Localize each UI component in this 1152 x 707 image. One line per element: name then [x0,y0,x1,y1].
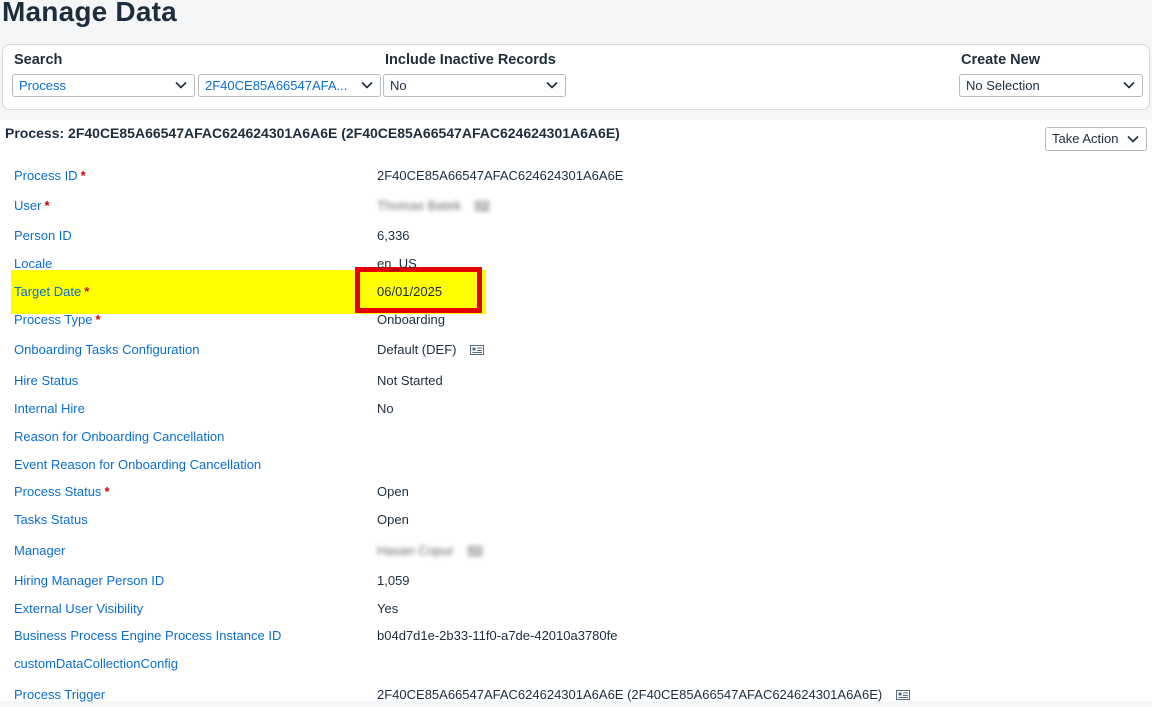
create-new-label: Create New [961,52,1040,68]
business-card-icon[interactable] [896,689,911,700]
field-label-process-id[interactable]: Process ID * [14,168,86,183]
field-row-internal-hire: Internal Hire No [0,401,1152,421]
include-inactive-value: No [390,78,407,93]
required-marker: * [44,198,50,213]
field-label-hiring-manager-person-id[interactable]: Hiring Manager Person ID [14,573,167,588]
field-label-custom-data-collection-config[interactable]: customDataCollectionConfig [14,656,181,671]
field-value-process-id: 2F40CE85A66547AFAC624624301A6A6E [377,168,624,183]
manager-name: Hasan Copur [377,543,454,558]
field-value-process-trigger: 2F40CE85A66547AFAC624624301A6A6E (2F40CE… [377,687,911,702]
required-marker: * [84,284,90,299]
field-value-external-user-visibility: Yes [377,601,399,616]
chevron-down-icon [361,81,373,89]
field-row-person-id: Person ID 6,336 [0,228,1152,248]
field-label-process-trigger[interactable]: Process Trigger [14,687,108,702]
field-value-onboarding-tasks-configuration: Default (DEF) [377,342,485,357]
field-value-hiring-manager-person-id: 1,059 [377,573,410,588]
field-value-user[interactable]: Thomas Batek [377,198,489,213]
field-value-person-id: 6,336 [377,228,410,243]
field-row-user: User * Thomas Batek [0,198,1152,218]
search-type-value: Process [19,78,66,93]
include-inactive-select[interactable]: No [383,74,566,97]
search-type-select[interactable]: Process [12,74,195,97]
field-row-tasks-status: Tasks Status Open [0,512,1152,532]
field-row-manager: Manager Hasan Copur [0,543,1152,563]
field-label-locale[interactable]: Locale [14,256,55,271]
field-label-hire-status[interactable]: Hire Status [14,373,81,388]
chevron-down-icon [175,81,187,89]
chevron-down-icon [1127,135,1139,143]
field-value-locale: en_US [377,256,417,271]
field-row-locale: Locale en_US [0,256,1152,276]
field-row-hire-status: Hire Status Not Started [0,373,1152,393]
field-row-process-id: Process ID * 2F40CE85A66547AFAC624624301A… [0,168,1152,188]
field-row-reason-for-onboarding-cancellation: Reason for Onboarding Cancellation [0,429,1152,449]
field-value-hire-status: Not Started [377,373,443,388]
field-label-bpe-process-instance-id[interactable]: Business Process Engine Process Instance… [14,628,284,643]
field-row-hiring-manager-person-id: Hiring Manager Person ID 1,059 [0,573,1152,593]
required-marker: * [104,484,110,499]
record-panel: Process: 2F40CE85A66547AFAC624624301A6A6… [0,120,1152,702]
field-row-event-reason-for-onboarding-cancellation: Event Reason for Onboarding Cancellation [0,457,1152,477]
filter-bar: Search Process 2F40CE85A66547AFA... Incl… [2,44,1150,110]
page-title: Manage Data [2,0,177,27]
field-value-manager[interactable]: Hasan Copur [377,543,482,558]
business-card-icon[interactable] [467,545,482,556]
field-row-onboarding-tasks-configuration: Onboarding Tasks Configuration Default (… [0,342,1152,362]
field-value-tasks-status: Open [377,512,409,527]
field-value-target-date[interactable]: 06/01/2025 [377,284,442,299]
required-marker: * [95,312,101,327]
field-row-process-status: Process Status * Open [0,484,1152,504]
record-title: Process: 2F40CE85A66547AFAC624624301A6A6… [5,125,620,141]
field-label-user[interactable]: User * [14,198,50,213]
field-label-process-status[interactable]: Process Status * [14,484,110,499]
field-row-bpe-process-instance-id: Business Process Engine Process Instance… [0,628,1152,648]
user-name: Thomas Batek [377,198,461,213]
chevron-down-icon [1123,81,1135,89]
field-label-event-reason-for-onboarding-cancellation[interactable]: Event Reason for Onboarding Cancellation [14,457,264,472]
create-new-value: No Selection [966,78,1040,93]
field-value-internal-hire: No [377,401,394,416]
search-record-select[interactable]: 2F40CE85A66547AFA... [198,74,381,97]
field-row-process-trigger: Process Trigger 2F40CE85A66547AFAC624624… [0,687,1152,707]
create-new-select[interactable]: No Selection [959,74,1143,97]
field-label-internal-hire[interactable]: Internal Hire [14,401,88,416]
field-row-target-date: Target Date * 06/01/2025 [0,284,1152,304]
field-row-external-user-visibility: External User Visibility Yes [0,601,1152,621]
business-card-icon[interactable] [470,344,485,355]
field-row-custom-data-collection-config: customDataCollectionConfig [0,656,1152,676]
search-label: Search [14,52,63,68]
field-value-bpe-process-instance-id: b04d7d1e-2b33-11f0-a7de-42010a3780fe [377,628,618,643]
business-card-icon[interactable] [474,200,489,211]
take-action-label: Take Action [1052,131,1119,146]
field-label-tasks-status[interactable]: Tasks Status [14,512,91,527]
include-inactive-label: Include Inactive Records [385,52,556,68]
search-record-value: 2F40CE85A66547AFA... [205,78,348,93]
field-label-process-type[interactable]: Process Type * [14,312,101,327]
field-value-process-type: Onboarding [377,312,445,327]
required-marker: * [80,168,86,183]
field-label-external-user-visibility[interactable]: External User Visibility [14,601,146,616]
field-label-manager[interactable]: Manager [14,543,68,558]
take-action-button[interactable]: Take Action [1045,127,1147,151]
field-label-onboarding-tasks-configuration[interactable]: Onboarding Tasks Configuration [14,342,203,357]
chevron-down-icon [546,81,558,89]
field-label-target-date[interactable]: Target Date * [14,284,89,299]
field-label-person-id[interactable]: Person ID [14,228,75,243]
field-label-reason-for-onboarding-cancellation[interactable]: Reason for Onboarding Cancellation [14,429,227,444]
field-value-process-status: Open [377,484,409,499]
field-row-process-type: Process Type * Onboarding [0,312,1152,332]
